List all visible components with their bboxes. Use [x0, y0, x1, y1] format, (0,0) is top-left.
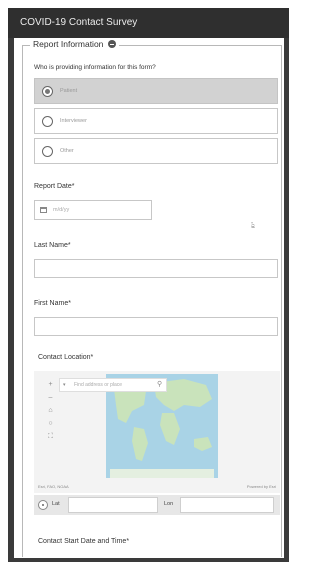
radio-option-other[interactable]: Other [34, 138, 278, 164]
survey-form: Report Information Who is providing info… [14, 38, 284, 558]
radio-option-patient[interactable]: Patient [34, 78, 278, 104]
chevron-down-icon[interactable]: ▾ [63, 382, 66, 388]
locate-icon[interactable] [38, 500, 48, 510]
longitude-input[interactable] [180, 497, 274, 513]
locate-icon[interactable]: ○ [44, 417, 57, 430]
zoom-in-icon[interactable]: + [44, 378, 57, 391]
radio-label: Other [60, 148, 74, 154]
search-icon[interactable]: ⚲ [157, 380, 162, 388]
section-header: Report Information [30, 39, 119, 49]
longitude-label: Lon [164, 501, 174, 507]
coordinates-bar: Lat Lon [34, 495, 280, 515]
report-date-input[interactable]: m/d/yy [34, 200, 152, 220]
map-search-placeholder: Find address or place [74, 382, 123, 388]
first-name-label: First Name* [34, 300, 71, 307]
date-placeholder: m/d/yy [53, 207, 70, 213]
radio-button[interactable] [42, 146, 53, 157]
zoom-out-icon[interactable]: – [44, 391, 57, 404]
first-name-input[interactable] [34, 317, 278, 336]
contact-location-label: Contact Location* [38, 354, 94, 361]
latitude-input[interactable] [68, 497, 158, 513]
radio-label: Interviewer [60, 118, 87, 124]
radio-label: Patient [60, 88, 78, 94]
report-date-label: Report Date* [34, 183, 75, 190]
radio-button[interactable] [42, 86, 53, 97]
map-powered-by[interactable]: Powered by Esri [247, 484, 276, 489]
radio-option-interviewer[interactable]: Interviewer [34, 108, 278, 134]
radio-button[interactable] [42, 116, 53, 127]
location-map[interactable]: + – ⌂ ○ ⛶ ▾ Find address or place ⚲ Esri… [34, 371, 280, 493]
map-search-input[interactable]: ▾ Find address or place ⚲ [59, 378, 167, 392]
calendar-icon[interactable] [40, 207, 47, 213]
map-toolbar: + – ⌂ ○ ⛶ [44, 378, 57, 443]
contact-start-label: Contact Start Date and Time* [38, 538, 130, 545]
section-title: Report Information [33, 39, 104, 49]
fullscreen-icon[interactable]: ⛶ [44, 430, 57, 443]
window-title: COVID-19 Contact Survey [8, 8, 289, 38]
last-name-input[interactable] [34, 259, 278, 278]
home-icon[interactable]: ⌂ [44, 404, 57, 417]
provider-question: Who is providing information for this fo… [34, 64, 156, 71]
mouse-cursor-icon: 👆︎ [251, 220, 255, 230]
last-name-label: Last Name* [34, 242, 71, 249]
latitude-label: Lat [52, 501, 60, 507]
map-attribution: Esri, FAO, NOAA [38, 484, 69, 489]
collapse-icon[interactable] [107, 40, 116, 48]
